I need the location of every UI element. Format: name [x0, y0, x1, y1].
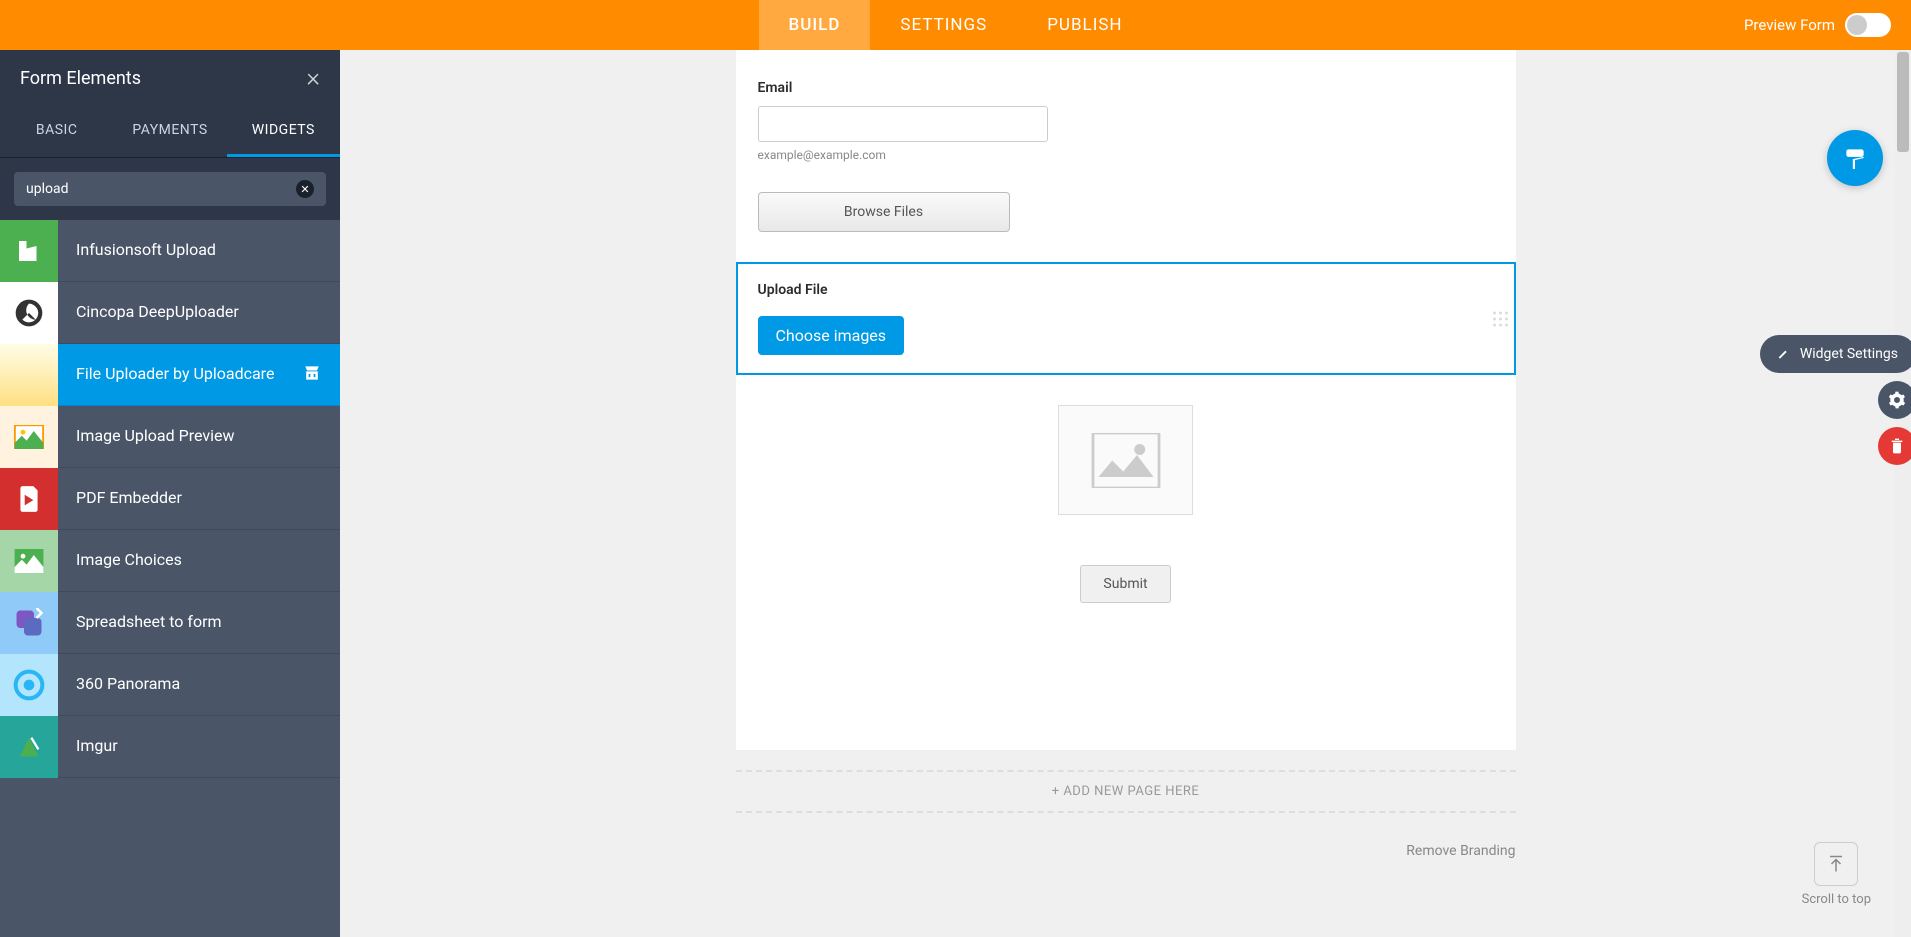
header-bar: BUILD SETTINGS PUBLISH Preview Form	[0, 0, 1911, 50]
sidebar: Form Elements × BASIC PAYMENTS WIDGETS ✕…	[0, 50, 340, 937]
pdf-icon	[0, 468, 58, 530]
sidebar-tabs: BASIC PAYMENTS WIDGETS	[0, 106, 340, 158]
preview-form-label: Preview Form	[1744, 16, 1835, 34]
sidebar-tab-basic[interactable]: BASIC	[0, 106, 113, 157]
designer-fab[interactable]	[1827, 130, 1883, 186]
scroll-to-top: Scroll to top	[1802, 842, 1871, 907]
widget-infusionsoft[interactable]: Infusionsoft Upload	[0, 220, 340, 282]
widget-label: Spreadsheet to form	[58, 612, 340, 633]
widget-pdf[interactable]: PDF Embedder	[0, 468, 340, 530]
settings-button[interactable]	[1878, 381, 1911, 419]
imgur-icon	[0, 716, 58, 778]
browse-field-group: Browse Files	[758, 192, 1494, 232]
widget-label: Image Upload Preview	[58, 426, 340, 447]
preview-toggle[interactable]	[1845, 13, 1891, 37]
store-icon	[302, 363, 340, 387]
cincopa-icon	[0, 282, 58, 344]
delete-button[interactable]	[1878, 427, 1911, 465]
spreadsheet-icon	[0, 592, 58, 654]
preview-form-group: Preview Form	[1744, 13, 1891, 37]
image-placeholder[interactable]	[1058, 405, 1193, 515]
form-area: Email example@example.com Browse Files U…	[736, 50, 1516, 750]
search-container: ✕	[0, 158, 340, 220]
arrow-up-icon	[1827, 853, 1845, 875]
widget-image-choices[interactable]: Image Choices	[0, 530, 340, 592]
add-new-page[interactable]: + ADD NEW PAGE HERE	[736, 770, 1516, 813]
browse-files-button[interactable]: Browse Files	[758, 192, 1010, 232]
email-field-group: Email example@example.com	[758, 80, 1494, 162]
widget-label: Image Choices	[58, 550, 340, 571]
widget-settings-label: Widget Settings	[1800, 346, 1898, 362]
submit-button[interactable]: Submit	[1080, 565, 1170, 603]
scroll-top-label: Scroll to top	[1802, 892, 1871, 907]
trash-icon	[1889, 437, 1905, 455]
widget-uploadcare[interactable]: File Uploader by Uploadcare	[0, 344, 340, 406]
widget-label: PDF Embedder	[58, 488, 340, 509]
tab-publish[interactable]: PUBLISH	[1017, 0, 1152, 50]
remove-branding-link[interactable]: Remove Branding	[736, 833, 1516, 869]
wand-icon	[1774, 346, 1790, 362]
panorama-icon	[0, 654, 58, 716]
sidebar-tab-widgets[interactable]: WIDGETS	[227, 106, 340, 157]
paint-roller-icon	[1842, 145, 1868, 171]
widget-label: Cincopa DeepUploader	[58, 302, 340, 323]
widget-label: Imgur	[58, 736, 340, 757]
widget-label: Infusionsoft Upload	[58, 240, 340, 261]
uploadcare-icon	[0, 344, 58, 406]
image-icon	[1091, 433, 1161, 488]
drag-handle-icon[interactable]	[1493, 311, 1508, 326]
widget-settings-pill[interactable]: Widget Settings	[1760, 335, 1911, 373]
sidebar-header: Form Elements ×	[0, 50, 340, 106]
scrollbar[interactable]	[1895, 50, 1911, 937]
email-label: Email	[758, 80, 1494, 96]
clear-search-icon[interactable]: ✕	[296, 180, 314, 198]
close-icon[interactable]: ×	[306, 63, 320, 93]
gear-icon	[1888, 391, 1906, 409]
form-canvas: Email example@example.com Browse Files U…	[340, 50, 1911, 937]
widget-imgur[interactable]: Imgur	[0, 716, 340, 778]
widget-panorama[interactable]: 360 Panorama	[0, 654, 340, 716]
scrollbar-thumb[interactable]	[1897, 52, 1909, 152]
tab-build[interactable]: BUILD	[758, 0, 870, 50]
widget-cincopa[interactable]: Cincopa DeepUploader	[0, 282, 340, 344]
widget-spreadsheet[interactable]: Spreadsheet to form	[0, 592, 340, 654]
image-choices-icon	[0, 530, 58, 592]
widget-side-actions: Widget Settings	[1760, 335, 1911, 465]
upload-file-label: Upload File	[758, 282, 1494, 298]
tab-settings[interactable]: SETTINGS	[870, 0, 1017, 50]
image-preview-icon	[0, 406, 58, 468]
header-tabs: BUILD SETTINGS PUBLISH	[758, 0, 1152, 50]
choose-images-button[interactable]: Choose images	[758, 316, 905, 355]
widget-image-preview[interactable]: Image Upload Preview	[0, 406, 340, 468]
widget-label: 360 Panorama	[58, 674, 340, 695]
search-input[interactable]	[26, 181, 296, 197]
widget-list: Infusionsoft Upload Cincopa DeepUploader…	[0, 220, 340, 937]
email-hint: example@example.com	[758, 148, 1494, 162]
email-input[interactable]	[758, 106, 1048, 142]
widget-label: File Uploader by Uploadcare	[58, 364, 302, 385]
sidebar-tab-payments[interactable]: PAYMENTS	[113, 106, 226, 157]
selected-widget-box[interactable]: Upload File Choose images	[736, 262, 1516, 375]
scroll-top-button[interactable]	[1814, 842, 1858, 886]
infusionsoft-icon	[0, 220, 58, 282]
sidebar-title: Form Elements	[20, 68, 141, 89]
